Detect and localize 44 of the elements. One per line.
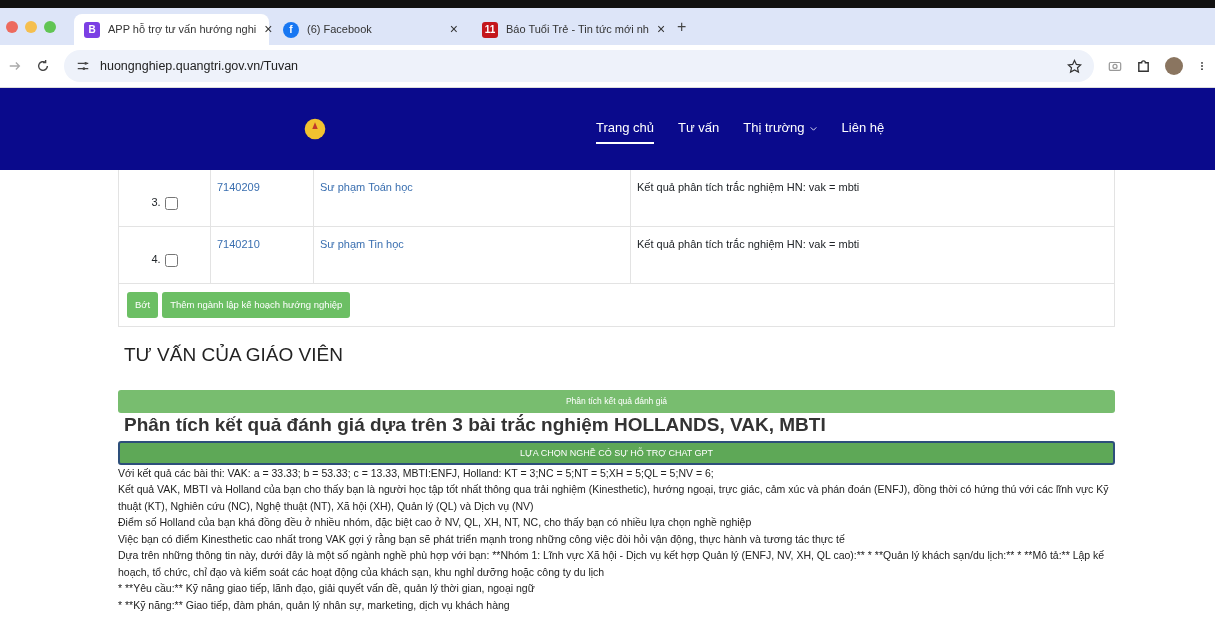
checkbox[interactable] <box>164 197 178 210</box>
avatar-icon[interactable] <box>1165 57 1183 75</box>
favicon-icon: B <box>84 21 100 38</box>
nav-link[interactable]: Liên hệ <box>841 114 885 144</box>
extensions-icon[interactable] <box>1136 58 1151 74</box>
analysis-text: * **Kỹ năng:** Giao tiếp, đàm phán, quản lý nhân sự, marketing, dịch vụ khách hàng <box>118 597 511 613</box>
analysis-text: Điểm số Holland của bạn khá đồng đều ở nhiều nhóm, đặc biệt cao ở NV, QL, XH, NT, NC, cho thấy bạn có nhiều lựa chọn nghề nghiệp <box>118 515 753 530</box>
major-link[interactable]: Sư phạm Toán học <box>320 181 413 193</box>
code-link[interactable]: 7140210 <box>217 238 260 250</box>
analysis-text: Kết quả VAK, MBTI và Holland của bạn cho thấy bạn là người học tập tốt nhất thông qua trải nghiệm (Kinesthetic), hướng ngoại, trực giác, cảm xúc và phán đoán (ENFJ), đồng thời có hứng thú với các lĩnh vực Kỹ thuật (KT), Nghiên cứu (NC), Nghệ thuật (NT), Xã hội (XH), Quản lý (QL) và Dịch vụ (NV) <box>118 482 1110 514</box>
browser-tab[interactable]: f (6) Facebook × <box>273 14 468 45</box>
analysis-bar: Phân tích kết quả đánh giá <box>118 389 1115 413</box>
site-settings-icon[interactable] <box>76 59 90 73</box>
nav-link[interactable]: Tư vấn <box>678 114 720 144</box>
star-icon[interactable] <box>1067 58 1082 74</box>
browser-tab[interactable]: 11 Báo Tuổi Trẻ - Tin tức mới nh × <box>472 14 667 45</box>
section-heading: TƯ VẤN CỦA GIÁO VIÊN <box>124 343 344 368</box>
camera-icon[interactable] <box>1108 59 1122 73</box>
analysis-text: Với kết quả các bài thi: VAK: a = 33.33; b = 53.33; c = 13.33, MBTI:ENFJ, Holland: KT = 3;NC = 5;NT = 5;XH = 5;QL = 5;NV = 6; <box>118 465 715 481</box>
tab-title: APP hỗ trợ tư vấn hướng nghi <box>108 22 257 38</box>
url-text[interactable]: huongnghiep.quangtri.gov.vn/Tuvan <box>100 56 299 76</box>
tab-title: Báo Tuổi Trẻ - Tin tức mới nh <box>506 22 649 38</box>
table-cell: Kết quả phân tích trắc nghiệm HN: vak = mbti <box>637 238 860 250</box>
analysis-title: Phân tích kết quả đánh giá dựa trên 3 bài trắc nghiệm HOLLANDS, VAK, MBTI <box>124 412 827 437</box>
nav-link[interactable]: Thị trường <box>743 114 818 144</box>
analysis-text: Dựa trên những thông tin này, dưới đây là một số ngành nghề phù hợp với bạn: **Nhóm 1: Lĩnh vực Xã hội - Dịch vụ kết hợp Quản lý (ENFJ, NV, XH, QL cao):** * **Quản lý khách sạn/du lịch:** * **Mô tả:** Lập kế hoạch, tổ chức, chỉ đạo và kiểm soát các hoạt động của khách sạn, khu nghỉ dưỡng hoặc công ty du lịch <box>118 548 1106 580</box>
analysis-text: Việc bạn có điểm Kinesthetic cao nhất trong VAK gợi ý rằng bạn sẽ phát triển mạnh trong những công việc đòi hỏi vận động, thực hành và tương tác thực tế <box>118 531 846 547</box>
logo-icon[interactable] <box>304 118 326 140</box>
table-cell-text: 3. <box>151 194 161 210</box>
close-button[interactable]: × <box>449 19 458 40</box>
favicon-icon: f <box>283 21 299 38</box>
close-button[interactable]: × <box>656 19 666 40</box>
analysis-text: * **Yêu cầu:** Kỹ năng giao tiếp, lãnh đạo, giải quyết vấn đề, quản lý thời gian, ngoại ngữ <box>118 581 536 596</box>
table-cell: Kết quả phân tích trắc nghiệm HN: vak = mbti <box>637 181 860 193</box>
major-link[interactable]: Sư phạm Tin học <box>320 238 404 250</box>
new-tab-button[interactable]: + <box>671 13 693 40</box>
window-control-icon[interactable] <box>6 20 18 33</box>
reload-icon[interactable] <box>36 59 50 73</box>
tab-title: (6) Facebook <box>307 22 372 38</box>
favicon-icon: 11 <box>482 21 498 38</box>
table-cell-text: 4. <box>151 251 161 267</box>
nav-link[interactable]: Trang chủ <box>596 114 655 144</box>
code-link[interactable]: 7140209 <box>217 181 260 193</box>
checkbox[interactable] <box>164 254 178 267</box>
